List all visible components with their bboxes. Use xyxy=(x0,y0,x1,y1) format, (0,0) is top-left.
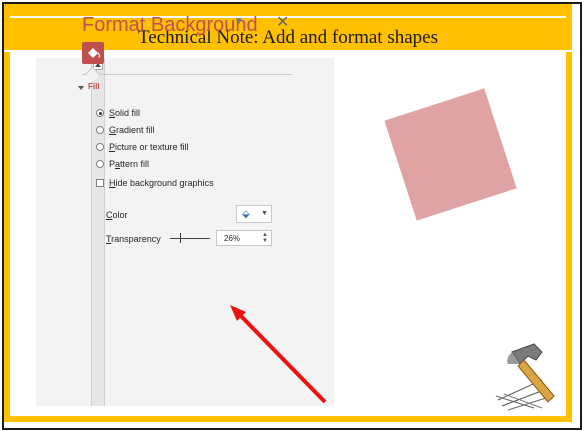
hammer-icon xyxy=(495,343,555,411)
